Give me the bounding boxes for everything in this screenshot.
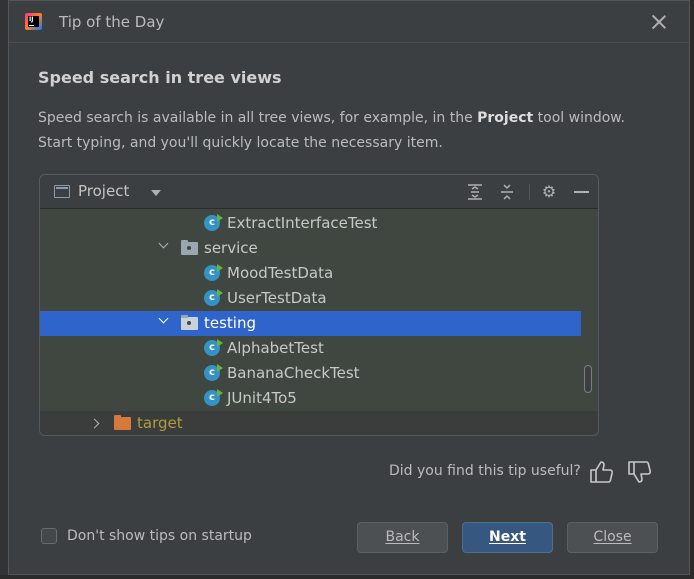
tree-row: c AlphabetTest bbox=[40, 336, 581, 361]
editor-gutter bbox=[0, 0, 8, 579]
tree-row-label: JUnit4To5 bbox=[227, 389, 297, 407]
tree-row: service bbox=[40, 236, 581, 261]
dialog-title: Tip of the Day bbox=[59, 13, 165, 31]
expand-all-icon bbox=[466, 183, 484, 201]
tree-row-label: ExtractInterfaceTest bbox=[227, 214, 378, 232]
project-tool-window-illustration: Project ⚙ c ExtractInterfaceTest service bbox=[39, 174, 599, 436]
thumbs-up-icon[interactable] bbox=[587, 457, 617, 487]
close-button[interactable]: Close bbox=[567, 522, 658, 553]
tree-row-label: service bbox=[204, 239, 258, 257]
tree-row-label: BananaCheckTest bbox=[227, 364, 360, 382]
project-header: Project ⚙ bbox=[40, 175, 598, 209]
dont-show-tips-checkbox[interactable] bbox=[41, 528, 57, 544]
chevron-down-icon bbox=[158, 313, 169, 324]
class-icon: c bbox=[204, 389, 223, 406]
class-icon: c bbox=[204, 364, 223, 381]
back-button[interactable]: Back bbox=[357, 522, 448, 553]
dialog-titlebar: IJ Tip of the Day bbox=[9, 1, 689, 43]
dont-show-tips-label[interactable]: Don't show tips on startup bbox=[67, 528, 252, 544]
class-icon: c bbox=[204, 339, 223, 356]
tree-row-label: MoodTestData bbox=[227, 264, 334, 282]
intellij-logo-icon: IJ bbox=[25, 13, 42, 30]
tree-row: c JUnit4To5 bbox=[40, 386, 581, 411]
tip-description: Speed search is available in all tree vi… bbox=[38, 106, 628, 156]
package-icon bbox=[181, 240, 198, 255]
header-separator bbox=[529, 184, 530, 200]
tip-text-bold: Project bbox=[477, 110, 534, 126]
tree-row: c MoodTestData bbox=[40, 261, 581, 286]
tree-row: c UserTestData bbox=[40, 286, 581, 311]
chevron-down-icon bbox=[151, 190, 161, 196]
next-button[interactable]: Next bbox=[462, 522, 553, 553]
tip-text-part: Speed search is available in all tree vi… bbox=[38, 110, 478, 126]
tree-scrollbar-thumb bbox=[584, 365, 592, 393]
class-icon: c bbox=[204, 289, 223, 306]
project-tree: c ExtractInterfaceTest service c MoodTes… bbox=[40, 209, 598, 435]
editor-right-edge bbox=[690, 0, 694, 579]
tree-row-label: UserTestData bbox=[227, 289, 327, 307]
collapse-all-icon bbox=[498, 183, 516, 201]
tree-row-label: target bbox=[137, 414, 183, 432]
chevron-down-icon bbox=[158, 238, 169, 249]
tip-heading: Speed search in tree views bbox=[38, 68, 282, 87]
tree-row-selected: testing bbox=[40, 311, 581, 336]
package-icon bbox=[181, 315, 198, 330]
project-title: Project bbox=[78, 182, 130, 200]
close-icon[interactable] bbox=[649, 12, 669, 32]
tree-row-excluded: target bbox=[40, 411, 598, 435]
bottom-strip bbox=[0, 575, 694, 579]
chevron-right-icon bbox=[89, 418, 100, 429]
tree-row-label: testing bbox=[204, 314, 257, 332]
tree-row: c ExtractInterfaceTest bbox=[40, 211, 581, 236]
thumbs-down-icon[interactable] bbox=[625, 457, 655, 487]
project-window-icon bbox=[54, 185, 70, 198]
minimize-icon bbox=[572, 183, 590, 201]
class-icon: c bbox=[204, 264, 223, 281]
class-icon: c bbox=[204, 214, 223, 231]
tree-row-label: AlphabetTest bbox=[227, 339, 324, 357]
tip-of-the-day-dialog: IJ Tip of the Day Speed search in tree v… bbox=[8, 0, 690, 575]
feedback-question: Did you find this tip useful? bbox=[389, 463, 581, 479]
gear-icon: ⚙ bbox=[541, 182, 557, 201]
tree-row: c BananaCheckTest bbox=[40, 361, 581, 386]
excluded-folder-icon bbox=[114, 415, 131, 430]
